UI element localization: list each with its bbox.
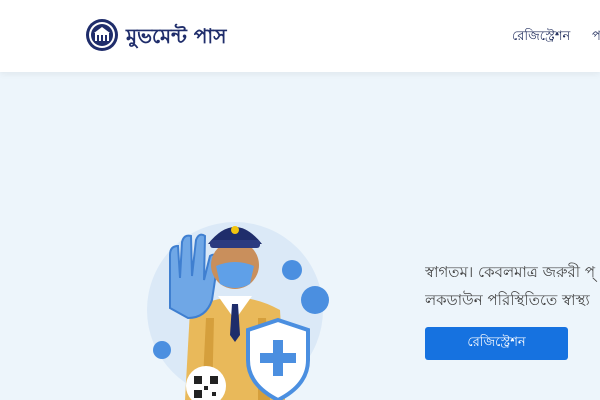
face-mask-icon <box>216 262 254 288</box>
registration-button[interactable]: রেজিস্ট্রেশন <box>425 327 568 360</box>
welcome-text-line-2: লকডাউন পরিস্থিতিতে স্বাস্থ্য <box>425 291 590 309</box>
police-officer-illustration <box>147 222 329 400</box>
nav-link-registration[interactable]: রেজিস্ট্রেশন <box>512 27 570 48</box>
welcome-text-line-1: স্বাগতম। কেবলমাত্র জরুরী প্ <box>425 263 596 281</box>
nav-link-truncated[interactable]: প <box>592 27 600 48</box>
site-title[interactable]: মুভমেন্ট পাস <box>126 22 226 55</box>
top-header: মুভমেন্ট পাস রেজিস্ট্রেশন প <box>0 0 600 72</box>
police-emblem-icon[interactable] <box>85 18 119 52</box>
welcome-text: স্বাগতম। কেবলমাত্র জরুরী প্ লকডাউন পরিস্… <box>425 258 600 314</box>
